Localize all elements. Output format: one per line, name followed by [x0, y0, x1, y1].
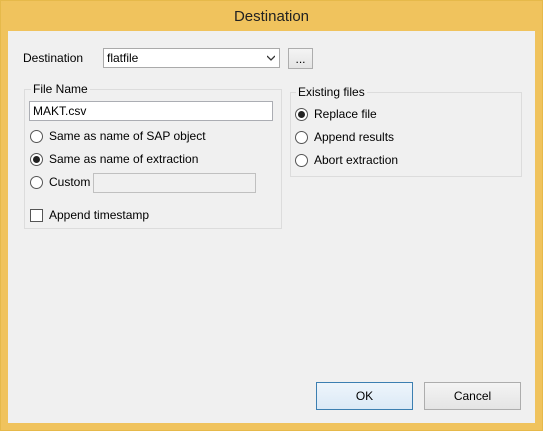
radio-replace-file[interactable]: Replace file [295, 106, 377, 122]
existing-files-group-title: Existing files [296, 85, 367, 99]
checkbox-label: Append timestamp [49, 208, 150, 222]
radio-label: Same as name of extraction [49, 152, 199, 166]
radio-label: Abort extraction [314, 153, 399, 167]
radio-button[interactable] [295, 107, 308, 121]
radio-abort-extraction[interactable]: Abort extraction [295, 152, 398, 168]
append-timestamp-checkbox[interactable]: Append timestamp [30, 207, 149, 223]
ok-button[interactable]: OK [316, 382, 413, 410]
radio-label: Replace file [314, 107, 377, 121]
cancel-button[interactable]: Cancel [424, 382, 521, 410]
destination-select[interactable]: flatfile [103, 48, 280, 68]
custom-name-input[interactable] [93, 173, 256, 193]
radio-label: Append results [314, 130, 395, 144]
destination-label: Destination [23, 51, 84, 65]
dialog-client-area: Destination flatfile ... File Name MAKT.… [8, 31, 535, 423]
dialog-window: Destination Destination flatfile ... Fil… [0, 0, 543, 431]
file-name-input-value: MAKT.csv [33, 104, 87, 118]
checkbox[interactable] [30, 208, 43, 222]
radio-button[interactable] [30, 152, 43, 166]
file-name-input[interactable]: MAKT.csv [29, 101, 273, 121]
radio-same-as-sap-object[interactable]: Same as name of SAP object [30, 128, 206, 144]
browse-button[interactable]: ... [288, 48, 313, 69]
destination-select-value: flatfile [107, 51, 139, 65]
chevron-down-icon [267, 55, 275, 61]
radio-button[interactable] [30, 175, 43, 189]
radio-label: Custom [49, 175, 91, 189]
radio-same-as-extraction[interactable]: Same as name of extraction [30, 151, 198, 167]
radio-button[interactable] [30, 129, 43, 143]
title-bar[interactable]: Destination [1, 1, 542, 31]
radio-button[interactable] [295, 153, 308, 167]
radio-label: Same as name of SAP object [49, 129, 206, 143]
file-name-group-title: File Name [31, 82, 90, 96]
radio-custom[interactable]: Custom [30, 174, 90, 190]
radio-button[interactable] [295, 130, 308, 144]
window-title: Destination [233, 7, 310, 25]
radio-append-results[interactable]: Append results [295, 129, 394, 145]
